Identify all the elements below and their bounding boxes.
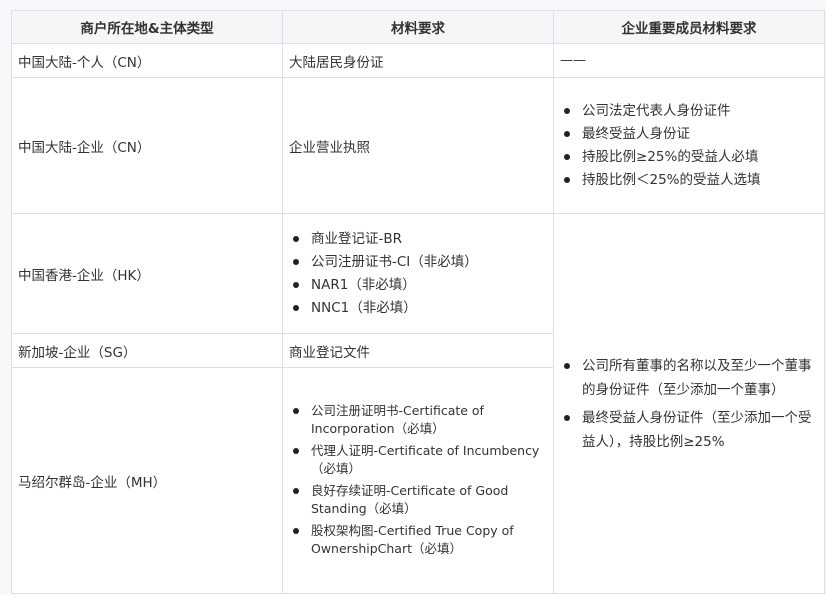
cell-members: ——	[553, 43, 825, 78]
cell-location: 马绍尔群岛-企业（MH）	[11, 367, 283, 594]
list-item: 公司注册证书-CI（非必填）	[293, 253, 547, 271]
list-item: 公司注册证明书-Certificate of Incorporation（必填）	[293, 402, 547, 438]
list-item: 股权架构图-Certified True Copy of OwnershipCh…	[293, 522, 547, 558]
cell-members: 公司法定代表人身份证件 最终受益人身份证 持股比例≥25%的受益人必填 持股比例…	[553, 77, 825, 214]
table-row-cn-person: 中国大陆-个人（CN） 大陆居民身份证 ——	[11, 43, 825, 78]
header-location: 商户所在地&主体类型	[11, 10, 283, 44]
header-row: 商户所在地&主体类型 材料要求 企业重要成员材料要求	[11, 10, 825, 44]
list-item: 持股比例≥25%的受益人必填	[564, 148, 818, 166]
cell-shared-members: 公司所有董事的名称以及至少一个董事的身份证件（至少添加一个董事） 最终受益人身份…	[553, 213, 825, 594]
table-row-hk-company: 中国香港-企业（HK） 商业登记证-BR 公司注册证书-CI（非必填） NAR1…	[11, 213, 825, 594]
list-item: NNC1（非必填）	[293, 299, 547, 317]
members-list: 公司法定代表人身份证件 最终受益人身份证 持股比例≥25%的受益人必填 持股比例…	[560, 102, 818, 189]
cell-location: 新加坡-企业（SG）	[11, 333, 283, 368]
table-row-cn-company: 中国大陆-企业（CN） 企业营业执照 公司法定代表人身份证件 最终受益人身份证 …	[11, 77, 825, 214]
requirements-table: 商户所在地&主体类型 材料要求 企业重要成员材料要求 中国大陆-个人（CN） 大…	[11, 10, 825, 594]
materials-list: 公司注册证明书-Certificate of Incorporation（必填）…	[289, 402, 547, 558]
list-item: 持股比例＜25%的受益人选填	[564, 171, 818, 189]
cell-location: 中国大陆-企业（CN）	[11, 77, 283, 214]
members-list: 公司所有董事的名称以及至少一个董事的身份证件（至少添加一个董事） 最终受益人身份…	[560, 354, 818, 454]
list-item: 公司法定代表人身份证件	[564, 102, 818, 120]
header-members: 企业重要成员材料要求	[553, 10, 825, 44]
header-materials: 材料要求	[282, 10, 554, 44]
list-item: 良好存续证明-Certificate of Good Standing（必填）	[293, 482, 547, 518]
list-item: 最终受益人身份证件（至少添加一个受益人），持股比例≥25%	[564, 406, 818, 454]
cell-location: 中国大陆-个人（CN）	[11, 43, 283, 78]
list-item: 代理人证明-Certificate of Incumbency（必填）	[293, 442, 547, 478]
list-item: 最终受益人身份证	[564, 125, 818, 143]
cell-materials: 大陆居民身份证	[282, 43, 554, 78]
cell-materials: 商业登记证-BR 公司注册证书-CI（非必填） NAR1（非必填） NNC1（非…	[282, 213, 554, 334]
cell-location: 中国香港-企业（HK）	[11, 213, 283, 334]
top-strip	[12, 0, 826, 10]
list-item: NAR1（非必填）	[293, 276, 547, 294]
list-item: 商业登记证-BR	[293, 230, 547, 248]
list-item: 公司所有董事的名称以及至少一个董事的身份证件（至少添加一个董事）	[564, 354, 818, 402]
cell-materials: 商业登记文件	[282, 333, 554, 368]
materials-list: 商业登记证-BR 公司注册证书-CI（非必填） NAR1（非必填） NNC1（非…	[289, 230, 547, 317]
cell-materials: 企业营业执照	[282, 77, 554, 214]
cell-materials: 公司注册证明书-Certificate of Incorporation（必填）…	[282, 367, 554, 594]
